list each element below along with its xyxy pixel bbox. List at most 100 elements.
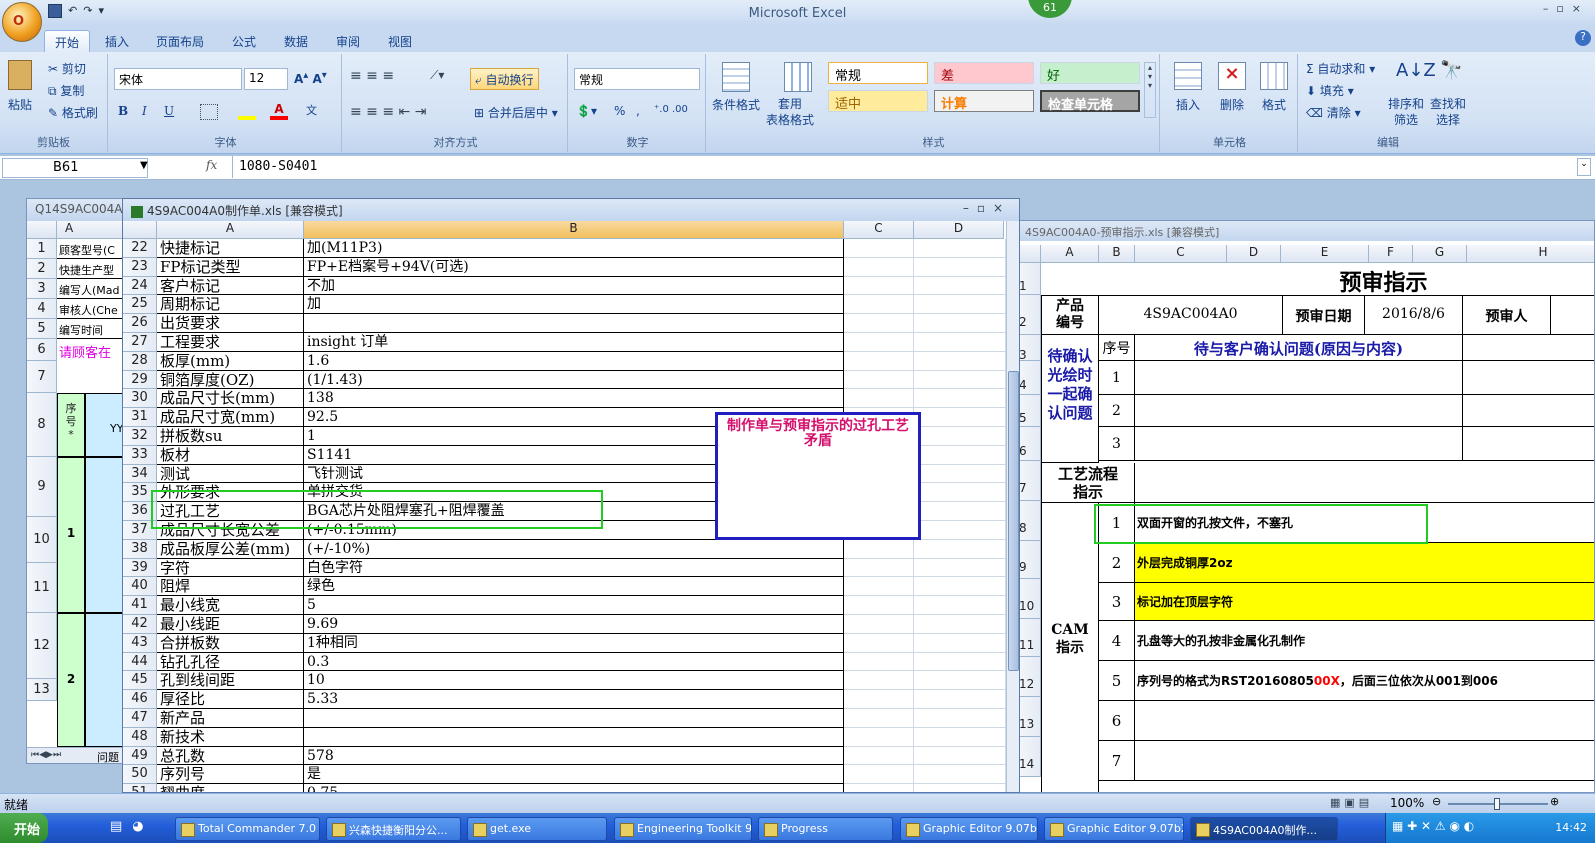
cell-d[interactable] bbox=[914, 276, 1006, 296]
row-header[interactable]: 34 bbox=[123, 464, 157, 484]
column-header[interactable]: B bbox=[1099, 245, 1135, 263]
row-header[interactable]: 1 bbox=[1017, 263, 1041, 295]
cell-c[interactable] bbox=[844, 652, 914, 672]
cell-c[interactable] bbox=[844, 276, 914, 296]
cell-c[interactable] bbox=[844, 709, 914, 728]
tab-insert[interactable]: 插入 bbox=[95, 30, 139, 52]
cell-d[interactable] bbox=[914, 389, 1006, 409]
row-header[interactable]: 46 bbox=[123, 690, 157, 709]
cell-a[interactable]: 钻孔孔径 bbox=[157, 652, 304, 672]
taskbar-item[interactable]: 兴森快捷衡阳分公... bbox=[326, 817, 461, 841]
orientation-icon[interactable]: ⟋▾ bbox=[430, 68, 444, 83]
cell-d[interactable] bbox=[914, 633, 1006, 653]
cell-c[interactable] bbox=[844, 765, 914, 785]
row-header[interactable]: 29 bbox=[123, 370, 157, 390]
cell-a[interactable]: 新技术 bbox=[157, 727, 304, 747]
row-header[interactable]: 13 bbox=[27, 679, 57, 701]
pending-extra[interactable] bbox=[1463, 427, 1594, 461]
cell-c[interactable] bbox=[844, 257, 914, 277]
column-header[interactable]: F bbox=[1369, 245, 1413, 263]
save-icon[interactable] bbox=[48, 4, 62, 18]
cell-a[interactable]: 最小线距 bbox=[157, 615, 304, 634]
cell-d[interactable] bbox=[914, 351, 1006, 371]
expand-formula-icon[interactable]: ⌄ bbox=[1577, 158, 1591, 176]
cell-d[interactable] bbox=[914, 746, 1006, 766]
cell-a[interactable]: 翘曲度 bbox=[157, 784, 304, 792]
cell-b[interactable]: insight 订单 bbox=[304, 333, 844, 352]
cell-b[interactable] bbox=[304, 709, 844, 728]
cam-instruction[interactable] bbox=[1135, 701, 1594, 741]
cell-c[interactable] bbox=[844, 577, 914, 597]
cell-c[interactable] bbox=[844, 671, 914, 691]
row-header[interactable]: 41 bbox=[123, 596, 157, 615]
cell-d[interactable] bbox=[914, 784, 1006, 792]
zoom-out-icon[interactable]: ⊖ bbox=[1432, 795, 1441, 808]
cell-d[interactable] bbox=[914, 333, 1006, 352]
format-as-table-button[interactable]: 套用 表格格式 bbox=[766, 96, 814, 128]
cell-c[interactable] bbox=[844, 314, 914, 333]
cell-d[interactable] bbox=[914, 652, 1006, 672]
cell-b[interactable]: 不加 bbox=[304, 276, 844, 296]
cell-b[interactable]: 绿色 bbox=[304, 577, 844, 597]
cam-instruction[interactable]: 孔盘等大的孔按非金属化孔制作 bbox=[1135, 621, 1594, 661]
cell-d[interactable] bbox=[914, 709, 1006, 728]
cell-c[interactable] bbox=[844, 690, 914, 709]
bold-button[interactable]: B bbox=[118, 104, 128, 118]
cell-c[interactable] bbox=[844, 389, 914, 409]
row-header[interactable]: 8 bbox=[1017, 501, 1041, 541]
cell-c[interactable] bbox=[844, 295, 914, 315]
zoom-thumb[interactable] bbox=[1494, 798, 1500, 810]
currency-icon[interactable]: 💲▾ bbox=[576, 104, 597, 118]
cell-c[interactable] bbox=[844, 558, 914, 578]
cell-b[interactable]: (+/-10%) bbox=[304, 539, 844, 559]
cell-d[interactable] bbox=[914, 596, 1006, 615]
cam-instruction[interactable]: 序列号的格式为RST2016080500X，后面三位依次从001到006 bbox=[1135, 661, 1594, 701]
taskbar-item[interactable]: 4S9AC004A0制作... bbox=[1190, 817, 1338, 841]
cell-c[interactable] bbox=[844, 370, 914, 390]
zoom-in-icon[interactable]: ⊕ bbox=[1550, 795, 1559, 808]
cell-b[interactable]: 10 bbox=[304, 671, 844, 691]
left-workbook-window[interactable]: Q14S9AC004A0 A 1 2 3 4 5 6 7 8 9 10 11 12 13 顾客型号(C … bbox=[26, 198, 126, 764]
cell-c[interactable] bbox=[844, 615, 914, 634]
borders-icon[interactable] bbox=[200, 104, 218, 120]
cell-d[interactable] bbox=[914, 408, 1006, 427]
cell-a[interactable]: 板厚(mm) bbox=[157, 351, 304, 371]
cell-d[interactable] bbox=[914, 558, 1006, 578]
styles-scroll[interactable]: ▴ ▾ ▾ bbox=[1144, 62, 1156, 118]
font-color-icon[interactable]: A bbox=[270, 102, 288, 120]
cell-d[interactable] bbox=[914, 427, 1006, 446]
row-header[interactable]: 12 bbox=[27, 613, 57, 679]
style-bad[interactable]: 差 bbox=[934, 62, 1034, 84]
cell-a[interactable]: 孔到线间距 bbox=[157, 671, 304, 691]
row-header[interactable]: 50 bbox=[123, 765, 157, 785]
cell-b[interactable]: 加 bbox=[304, 295, 844, 315]
cell-d[interactable] bbox=[914, 577, 1006, 597]
redo-icon[interactable]: ↷ bbox=[83, 4, 92, 22]
conditional-format-icon[interactable] bbox=[722, 62, 750, 92]
row-header[interactable]: 11 bbox=[27, 563, 57, 613]
column-header[interactable]: H bbox=[1467, 245, 1594, 263]
cell-d[interactable] bbox=[914, 445, 1006, 465]
row-header[interactable]: 22 bbox=[123, 239, 157, 258]
cell-a[interactable]: 客户标记 bbox=[157, 276, 304, 296]
quick-launch-icons[interactable]: ▤◕ bbox=[110, 819, 154, 834]
insert-button[interactable]: 插入 bbox=[1176, 96, 1200, 113]
cell-d[interactable] bbox=[914, 502, 1006, 521]
row-header[interactable]: 26 bbox=[123, 314, 157, 333]
corner-cell-mid[interactable] bbox=[123, 221, 157, 239]
conditional-format-button[interactable]: 条件格式 bbox=[712, 96, 760, 113]
find-select-icon[interactable]: 🔭 bbox=[1440, 60, 1462, 81]
cell-a[interactable]: 新产品 bbox=[157, 709, 304, 728]
tab-review[interactable]: 审阅 bbox=[326, 30, 370, 52]
cell-a[interactable]: 成品板厚公差(mm) bbox=[157, 539, 304, 559]
row-header[interactable]: 39 bbox=[123, 558, 157, 578]
pending-content[interactable] bbox=[1135, 395, 1463, 427]
name-box[interactable]: B61 bbox=[2, 158, 148, 178]
row-header[interactable]: 45 bbox=[123, 671, 157, 691]
cell-b[interactable] bbox=[304, 727, 844, 747]
style-neutral[interactable]: 适中 bbox=[828, 90, 928, 112]
sheet-tab-questions[interactable]: 问题 bbox=[97, 749, 119, 763]
copy-button[interactable]: ⧉ 复制 bbox=[48, 82, 84, 99]
taskbar-item[interactable]: get.exe bbox=[467, 817, 607, 841]
cell-b[interactable]: 是 bbox=[304, 765, 844, 785]
